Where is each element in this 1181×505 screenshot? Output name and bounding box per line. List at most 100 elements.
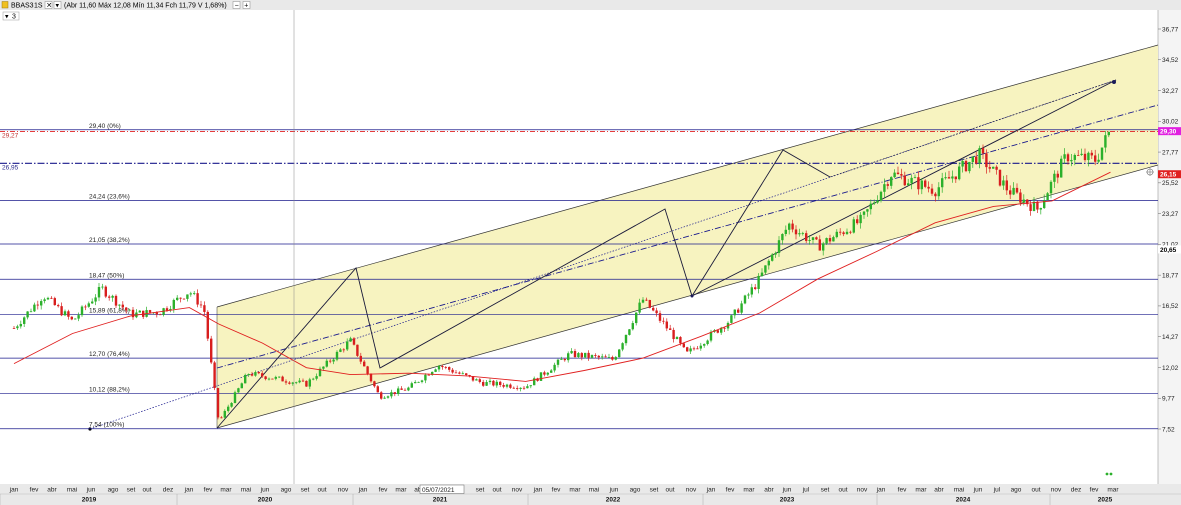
candle-down	[478, 379, 481, 382]
candle-down	[125, 307, 128, 311]
candle-up	[63, 311, 67, 316]
ticker-label: BBAS3	[11, 3, 34, 10]
candle-down	[900, 174, 903, 176]
candle-up	[750, 287, 753, 295]
candle-up	[386, 396, 390, 398]
candle-down	[159, 314, 162, 316]
candle-up	[529, 385, 532, 387]
candle-down	[67, 311, 70, 317]
month-label: jul	[993, 487, 1001, 494]
candle-down	[458, 372, 461, 374]
candle-down	[108, 296, 111, 298]
fib-level-label: 12,70 (76,4%)	[89, 351, 130, 358]
candle-down	[53, 298, 56, 306]
candle-up	[567, 353, 570, 361]
candle-up	[618, 349, 621, 358]
year-label: 2019	[82, 497, 97, 504]
plus-icon: +	[244, 3, 248, 10]
candle-down	[271, 378, 274, 380]
candle-up	[968, 161, 971, 172]
candle-up	[1073, 154, 1076, 160]
timeframe-label: 1S	[34, 3, 43, 10]
candle-down	[1090, 152, 1093, 156]
candle-up	[733, 309, 736, 316]
candle-up	[614, 357, 617, 360]
candle-down	[573, 351, 577, 358]
y-tick-label: 36,77	[1162, 26, 1179, 33]
candle-up	[16, 326, 19, 329]
candle-down	[1015, 187, 1019, 193]
month-label: abr	[47, 487, 57, 494]
candle-down	[988, 167, 991, 169]
candle-up	[777, 240, 781, 253]
candle-up	[913, 177, 917, 179]
candle-up	[859, 214, 862, 224]
candle-down	[210, 338, 213, 363]
month-label: fev	[379, 487, 388, 494]
month-label: jun	[609, 487, 619, 494]
candle-up	[46, 297, 50, 300]
candle-up	[941, 178, 944, 188]
candle-up	[461, 373, 464, 375]
candle-up	[414, 382, 417, 384]
candle-down	[359, 355, 362, 362]
candle-down	[1066, 154, 1070, 162]
month-label: set	[821, 487, 830, 494]
candle-down	[1094, 155, 1097, 162]
candle-up	[577, 353, 580, 358]
candle-up	[322, 366, 325, 369]
candle-down	[652, 307, 655, 311]
candle-down	[648, 300, 651, 308]
close-icon: ✕	[46, 3, 52, 10]
month-label: mai	[954, 487, 964, 494]
candle-up	[628, 329, 631, 335]
price-chart[interactable]: BBAS3 1S ✕ ▾ (Abr 11,60 Máx 12,08 Mín 11…	[0, 0, 1181, 505]
candle-down	[182, 298, 186, 300]
candle-up	[233, 392, 237, 404]
candle-up	[278, 376, 281, 378]
candle-up	[325, 360, 328, 367]
candle-down	[121, 304, 124, 308]
left-price-label: 29,27	[2, 133, 19, 140]
candle-up	[526, 386, 529, 389]
candle-up	[624, 334, 628, 344]
candle-up	[757, 275, 760, 289]
candle-up	[240, 383, 243, 389]
candle-up	[189, 293, 192, 295]
trendline-end-marker	[1112, 80, 1116, 84]
date-cursor-label: 05/07/2021	[422, 487, 455, 494]
candle-up	[771, 254, 774, 261]
candle-up	[223, 410, 226, 418]
candle-up	[1104, 135, 1107, 148]
candle-up	[747, 294, 750, 296]
candle-up	[706, 340, 709, 345]
year-label: 2023	[780, 497, 795, 504]
candle-down	[250, 374, 254, 376]
candle-up	[740, 303, 743, 313]
month-label: out	[1031, 487, 1040, 494]
candle-up	[703, 344, 706, 346]
candle-up	[570, 351, 573, 354]
candle-down	[794, 229, 798, 235]
candle-up	[332, 359, 335, 362]
candle-up	[390, 392, 393, 397]
month-label: out	[838, 487, 847, 494]
candle-down	[686, 347, 689, 352]
candle-down	[179, 297, 182, 299]
candle-down	[441, 365, 444, 368]
candle-down	[284, 381, 288, 383]
candle-up	[274, 376, 277, 379]
candle-down	[1019, 192, 1022, 203]
fib-level-label: 24,24 (23,6%)	[89, 193, 130, 200]
candle-up	[553, 364, 556, 371]
month-label: jul	[802, 487, 810, 494]
month-label: mar	[915, 487, 927, 494]
last-price-tag: 29,30	[1160, 129, 1177, 136]
candle-up	[19, 323, 22, 327]
candle-down	[1056, 173, 1059, 178]
candle-up	[172, 299, 175, 309]
month-label: jan	[706, 487, 716, 494]
candle-up	[920, 180, 923, 190]
candle-up	[1046, 193, 1049, 201]
month-label: fev	[898, 487, 907, 494]
